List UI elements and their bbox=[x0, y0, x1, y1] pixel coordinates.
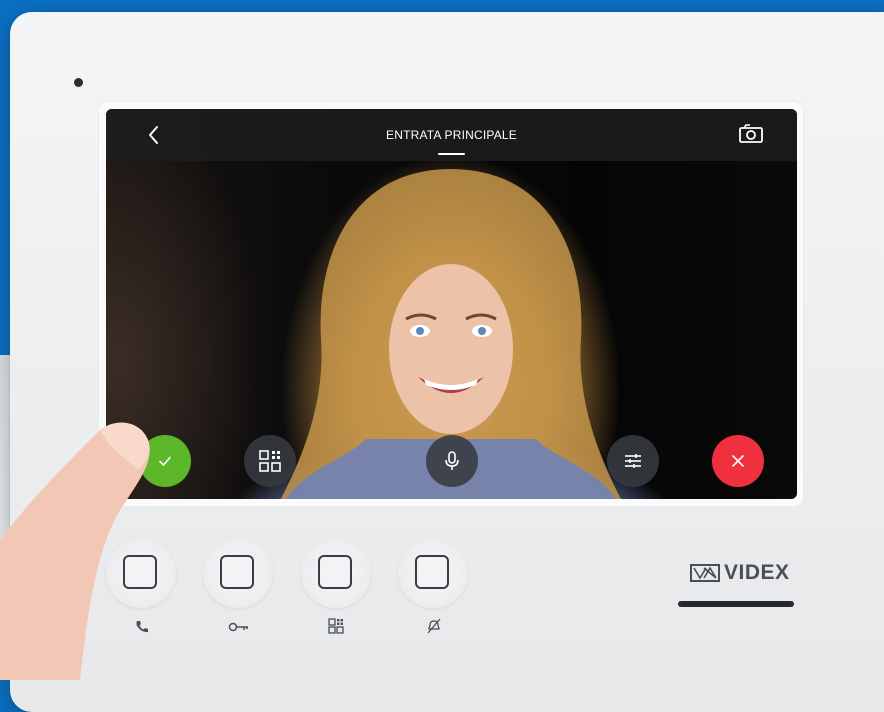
close-icon bbox=[732, 455, 744, 467]
reject-call-button[interactable] bbox=[712, 435, 764, 487]
qr-grid-icon bbox=[328, 618, 344, 634]
camera-icon bbox=[739, 124, 763, 143]
camera-lens bbox=[74, 78, 83, 87]
screen-top-bar: ENTRATA PRINCIPALE bbox=[106, 109, 797, 161]
settings-button[interactable] bbox=[607, 435, 659, 487]
check-icon bbox=[159, 456, 171, 467]
snapshot-button[interactable] bbox=[738, 123, 764, 145]
speaker-slot bbox=[678, 601, 794, 607]
video-screen: ENTRATA PRINCIPALE bbox=[106, 109, 797, 499]
key-icon bbox=[228, 622, 248, 632]
qr-code-button[interactable] bbox=[244, 435, 296, 487]
videx-mark-icon bbox=[690, 564, 720, 582]
qr-grid-icon bbox=[259, 450, 281, 472]
hardware-mute-button[interactable] bbox=[398, 538, 468, 608]
button-cap bbox=[318, 555, 352, 589]
screen-title: ENTRATA PRINCIPALE bbox=[386, 128, 517, 142]
hardware-menu-button[interactable] bbox=[301, 538, 371, 608]
hardware-call-button[interactable] bbox=[106, 538, 176, 608]
brand-name: VIDEX bbox=[724, 561, 790, 584]
phone-icon bbox=[136, 621, 148, 633]
sliders-icon bbox=[625, 454, 641, 468]
button-cap bbox=[123, 555, 157, 589]
title-underline bbox=[438, 153, 465, 155]
accept-call-button[interactable] bbox=[139, 435, 191, 487]
hardware-door-button[interactable] bbox=[203, 538, 273, 608]
button-cap bbox=[415, 555, 449, 589]
mute-icon bbox=[427, 618, 441, 634]
microphone-icon bbox=[445, 451, 459, 470]
brand-logo: VIDEX bbox=[690, 561, 790, 585]
button-cap bbox=[220, 555, 254, 589]
microphone-button[interactable] bbox=[426, 435, 478, 487]
